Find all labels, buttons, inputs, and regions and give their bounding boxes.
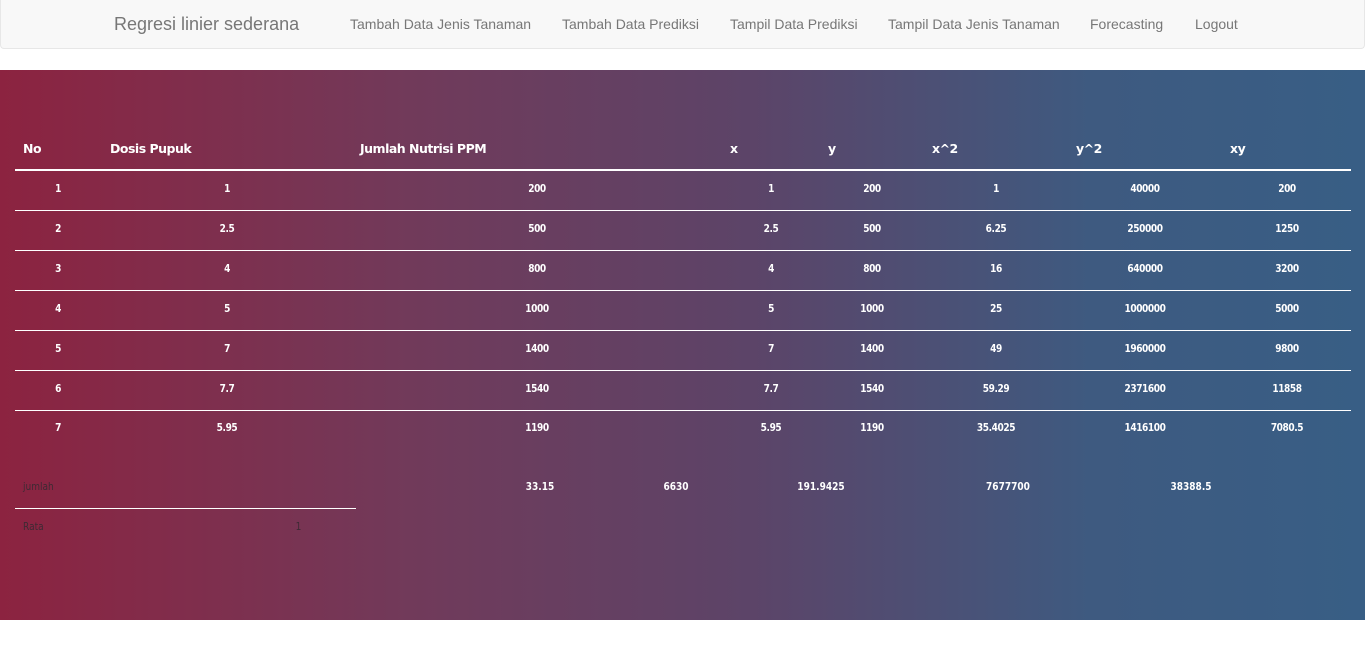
- jumlah-value: 7677700: [986, 480, 1030, 493]
- table-cell: 6: [55, 382, 61, 395]
- table-cell: 40000: [1130, 182, 1160, 195]
- jumlah-value: 6630: [663, 480, 689, 493]
- table-cell: 4: [224, 262, 230, 275]
- table-header-4: y: [828, 141, 836, 156]
- table-header-2: Jumlah Nutrisi PPM: [360, 141, 487, 156]
- nav-tambah-data-prediksi[interactable]: Tambah Data Prediksi: [562, 16, 699, 32]
- table-cell: 200: [863, 182, 881, 195]
- nav-tambah-data-jenis-tanaman[interactable]: Tambah Data Jenis Tanaman: [350, 16, 531, 32]
- table-cell: 2371600: [1124, 382, 1166, 395]
- table-cell: 3: [55, 262, 61, 275]
- table-cell: 1190: [860, 421, 884, 434]
- table-cell: 1: [993, 182, 999, 195]
- table-cell: 1190: [525, 421, 549, 434]
- table-cell: 1000: [525, 302, 549, 315]
- nav-tampil-data-jenis-tanaman[interactable]: Tampil Data Jenis Tanaman: [888, 16, 1060, 32]
- table-cell: 200: [528, 182, 546, 195]
- table-cell: 7: [768, 342, 774, 355]
- table-cell: 4: [55, 302, 61, 315]
- table-cell: 500: [528, 222, 546, 235]
- table-cell: 500: [863, 222, 881, 235]
- table-cell: 250000: [1127, 222, 1163, 235]
- table-cell: 16: [990, 262, 1002, 275]
- table-row-divider: [15, 410, 1351, 411]
- table-cell: 7080.5: [1270, 421, 1304, 434]
- table-row-divider: [15, 250, 1351, 251]
- table-cell: 5.95: [760, 421, 782, 434]
- table-cell: 1416100: [1124, 421, 1166, 434]
- table-cell: 1540: [860, 382, 884, 395]
- table-cell: 1000000: [1124, 302, 1166, 315]
- table-cell: 800: [528, 262, 546, 275]
- jumlah-value: 33.15: [525, 480, 555, 493]
- table-cell: 4: [768, 262, 774, 275]
- table-header-6: y^2: [1076, 141, 1102, 156]
- jumlah-label: jumlah: [23, 480, 54, 493]
- table-cell: 640000: [1127, 262, 1163, 275]
- table-cell: 5.95: [216, 421, 238, 434]
- table-cell: 1400: [860, 342, 884, 355]
- table-cell: 11858: [1272, 382, 1302, 395]
- table-cell: 2.5: [763, 222, 779, 235]
- table-cell: 1960000: [1124, 342, 1166, 355]
- table-cell: 1: [55, 182, 61, 195]
- table-cell: 59.29: [982, 382, 1010, 395]
- rata-label: Rata: [23, 520, 44, 533]
- table-row-divider: [15, 370, 1351, 371]
- jumlah-value: 191.9425: [797, 480, 845, 493]
- table-cell: 7.7: [763, 382, 779, 395]
- table-cell: 7: [55, 421, 61, 434]
- table-cell: 1: [768, 182, 774, 195]
- navbar: Regresi linier sederana Tambah Data Jeni…: [0, 0, 1365, 49]
- table-cell: 5: [55, 342, 61, 355]
- nav-logout[interactable]: Logout: [1195, 16, 1238, 32]
- table-cell: 800: [863, 262, 881, 275]
- table-header-5: x^2: [932, 141, 958, 156]
- table-cell: 49: [990, 342, 1002, 355]
- table-cell: 9800: [1275, 342, 1299, 355]
- table-header-3: x: [730, 141, 738, 156]
- table-row-divider: [15, 330, 1351, 331]
- table-cell: 2.5: [219, 222, 235, 235]
- table-header-1: Dosis Pupuk: [110, 141, 192, 156]
- table-header-7: xy: [1230, 141, 1246, 156]
- table-header-0: No: [23, 141, 42, 156]
- table-cell: 5: [768, 302, 774, 315]
- table-cell: 200: [1278, 182, 1296, 195]
- table-cell: 1: [224, 182, 230, 195]
- table-cell: 6.25: [985, 222, 1007, 235]
- table-cell: 1250: [1275, 222, 1299, 235]
- jumlah-value: 38388.5: [1170, 480, 1212, 493]
- nav-tampil-data-prediksi[interactable]: Tampil Data Prediksi: [730, 16, 858, 32]
- table-row-divider: [15, 210, 1351, 211]
- table-cell: 7: [224, 342, 230, 355]
- table-cell: 1540: [525, 382, 549, 395]
- table-cell: 5: [224, 302, 230, 315]
- table-cell: 1400: [525, 342, 549, 355]
- table-cell: 25: [990, 302, 1002, 315]
- summary-divider: [15, 508, 356, 509]
- regression-panel: No Dosis Pupuk Jumlah Nutrisi PPM x y x^2 y^2 x…: [0, 70, 1365, 620]
- table-cell: 2: [55, 222, 61, 235]
- table-cell: 1000: [860, 302, 884, 315]
- table-row-divider: [15, 290, 1351, 291]
- table-header-divider: [15, 169, 1351, 171]
- table-cell: 3200: [1275, 262, 1299, 275]
- table-cell: 7.7: [219, 382, 235, 395]
- rata-value: 1: [295, 520, 302, 533]
- table-cell: 5000: [1275, 302, 1299, 315]
- table-cell: 35.4025: [976, 421, 1016, 434]
- navbar-brand[interactable]: Regresi linier sederana: [114, 14, 299, 35]
- nav-forecasting[interactable]: Forecasting: [1090, 16, 1163, 32]
